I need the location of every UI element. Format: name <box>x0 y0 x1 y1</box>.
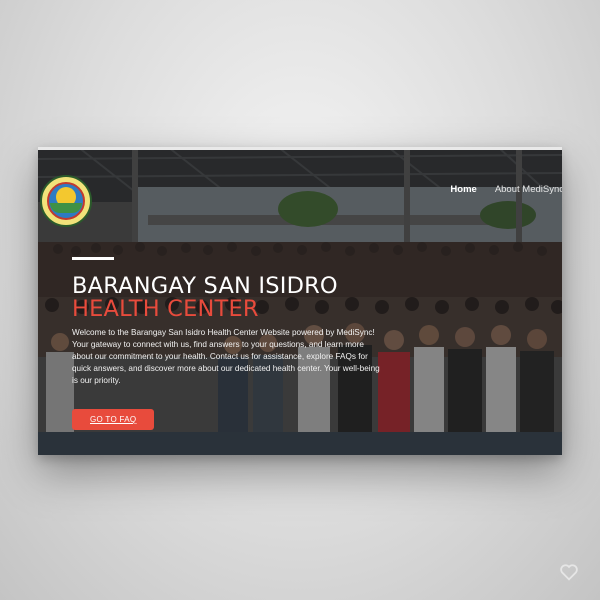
hero-title-line1: BARANGAY SAN ISIDRO <box>72 273 338 299</box>
title-accent-bar <box>72 257 114 260</box>
barangay-seal-logo[interactable] <box>40 175 92 227</box>
nav-item-home[interactable]: Home <box>450 184 476 195</box>
top-border-line <box>38 147 562 150</box>
hero-description: Welcome to the Barangay San Isidro Healt… <box>72 328 380 385</box>
seal-land <box>50 203 82 213</box>
main-navigation: Home About MediSync <box>450 184 562 195</box>
heart-icon[interactable] <box>559 563 579 581</box>
nav-item-about-medisync[interactable]: About MediSync <box>495 184 562 195</box>
go-to-faq-button[interactable]: GO TO FAQ <box>72 409 155 430</box>
hero-title-line2: HEALTH CENTER <box>72 296 259 322</box>
hero-section: BARANGAY SAN ISIDRO HEALTH CENTER Welcom… <box>72 257 402 430</box>
website-screenshot-frame: Home About MediSync BARANGAY SAN ISIDRO … <box>38 147 562 455</box>
